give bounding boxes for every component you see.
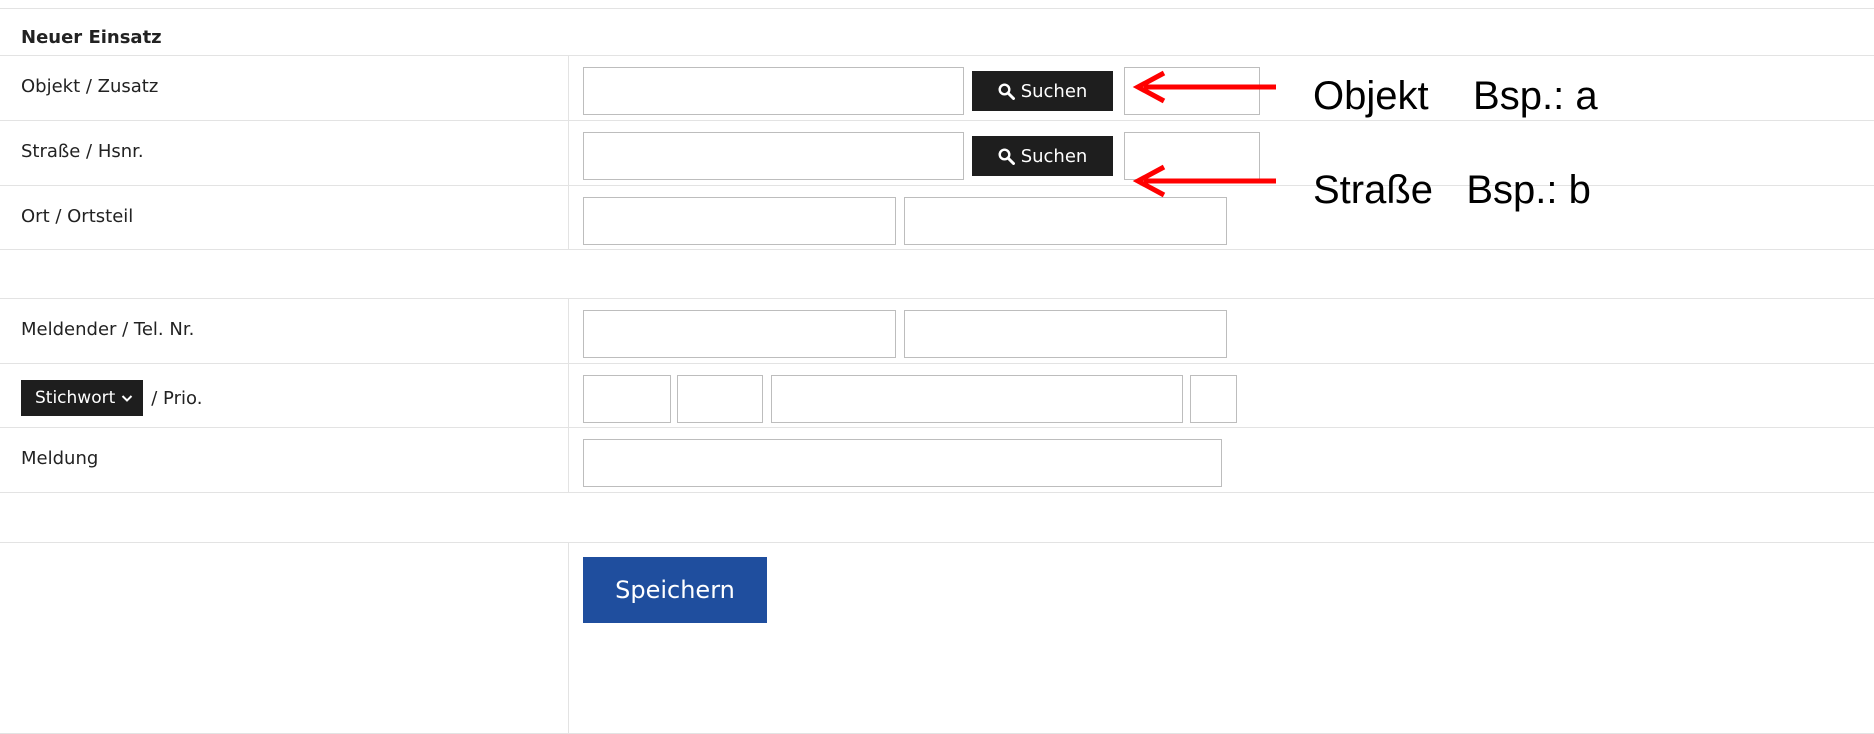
column-divider	[568, 299, 569, 364]
stichwort-code-input[interactable]	[583, 375, 671, 423]
objekt-annotation: Objekt Bsp.: a	[1313, 74, 1598, 118]
row-stichwort: Stichwort / Prio.	[0, 363, 1874, 428]
search-icon	[998, 147, 1015, 165]
objekt-search-button[interactable]: Suchen	[972, 71, 1113, 111]
row-strasse: Straße / Hsnr. Suchen	[0, 120, 1874, 186]
chevron-down-icon	[122, 395, 133, 402]
stichwort-text-input[interactable]	[771, 375, 1183, 423]
objekt-search-label: Suchen	[1020, 80, 1088, 102]
stichwort-dropdown-label: Stichwort	[35, 388, 116, 408]
column-divider	[568, 186, 569, 250]
meldender-input[interactable]	[583, 310, 896, 358]
row-meldender: Meldender / Tel. Nr.	[0, 298, 1874, 364]
save-button[interactable]: Speichern	[583, 557, 767, 623]
spacer-row	[0, 492, 1874, 543]
meldender-label: Meldender / Tel. Nr.	[21, 319, 195, 340]
column-divider	[568, 121, 569, 186]
meldung-label: Meldung	[21, 448, 99, 469]
strasse-search-button[interactable]: Suchen	[972, 136, 1113, 176]
strasse-label: Straße / Hsnr.	[21, 141, 144, 162]
ortsteil-input[interactable]	[904, 197, 1227, 245]
column-divider	[568, 428, 569, 493]
row-ort: Ort / Ortsteil	[0, 185, 1874, 250]
objekt-label: Objekt / Zusatz	[21, 76, 159, 97]
strasse-search-label: Suchen	[1020, 145, 1088, 167]
stichwort-label-group: Stichwort / Prio.	[21, 380, 202, 416]
arrow-left-icon	[1132, 164, 1276, 198]
prio-label: / Prio.	[151, 387, 203, 409]
search-icon	[998, 82, 1015, 100]
telefon-input[interactable]	[904, 310, 1227, 358]
column-divider	[568, 56, 569, 121]
ort-label: Ort / Ortsteil	[21, 206, 134, 227]
strasse-input[interactable]	[583, 132, 964, 180]
strasse-annotation: Straße Bsp.: b	[1313, 168, 1591, 212]
column-divider	[568, 543, 569, 733]
row-meldung: Meldung	[0, 427, 1874, 493]
arrow-left-icon	[1132, 70, 1276, 104]
stichwort-dropdown[interactable]: Stichwort	[21, 380, 144, 416]
column-divider	[568, 364, 569, 428]
stichwort-type-input[interactable]	[677, 375, 763, 423]
meldung-input[interactable]	[583, 439, 1222, 487]
row-save: Speichern	[0, 542, 1874, 734]
form-title: Neuer Einsatz	[21, 27, 162, 48]
objekt-input[interactable]	[583, 67, 964, 115]
form-header-row: Neuer Einsatz	[0, 8, 1874, 56]
ort-input[interactable]	[583, 197, 896, 245]
spacer-row	[0, 249, 1874, 299]
prio-input[interactable]	[1190, 375, 1237, 423]
